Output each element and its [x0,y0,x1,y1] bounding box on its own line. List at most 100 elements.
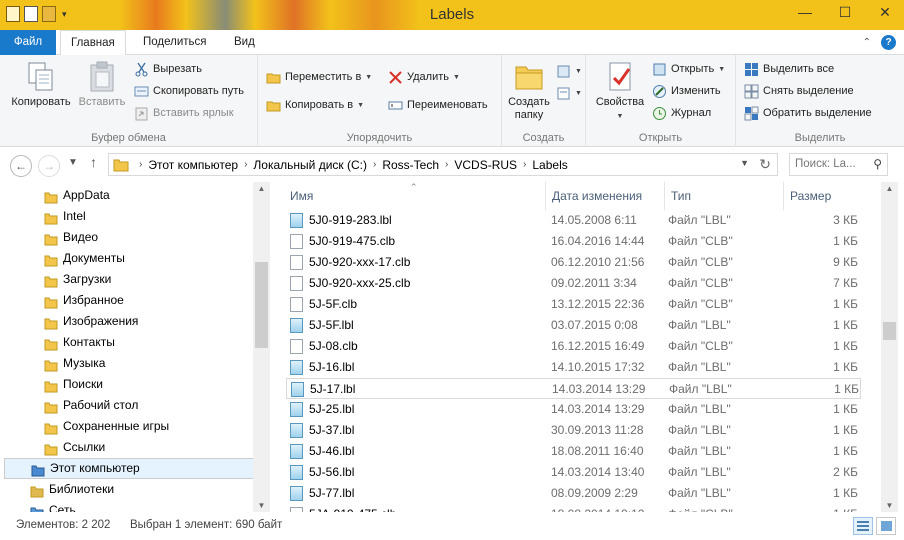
nav-item[interactable]: Этот компьютер [4,458,256,479]
file-row[interactable]: 5J-08.clb 16.12.2015 16:49 Файл "CLB" 1 КБ [286,336,861,357]
nav-item[interactable]: Изображения [0,311,252,332]
delete-button[interactable]: Удалить ▼ [388,67,460,87]
crumb-ross-tech[interactable]: Ross-Tech [382,158,439,172]
refresh-icon[interactable]: ↻ [759,156,771,173]
file-name-cell[interactable]: 5J-5F.lbl [290,315,540,336]
nav-item[interactable]: Документы [0,248,252,269]
address-box[interactable]: › Этот компьютер › Локальный диск (C:) ›… [108,153,778,176]
file-name-cell[interactable]: 5J-16.lbl [290,357,540,378]
file-row[interactable]: 5J0-920-xxx-25.clb 09.02.2011 3:34 Файл "C… [286,273,861,294]
file-row[interactable]: 5J-37.lbl 30.09.2013 11:28 Файл "LBL" 1 КБ [286,420,861,441]
file-scroll-up-icon[interactable]: ▲ [881,184,898,193]
nav-item[interactable]: Ссылки [0,437,252,458]
file-name-cell[interactable]: 5J0-920-xxx-25.clb [290,273,540,294]
collapse-ribbon-icon[interactable]: ⌃ [863,37,871,48]
move-to-button[interactable]: Переместить в ▼ [266,67,372,87]
maximize-button[interactable]: ☐ [832,4,858,21]
file-name-cell[interactable]: 5J-77.lbl [290,483,540,504]
file-row[interactable]: 5J-16.lbl 14.10.2015 17:32 Файл "LBL" 1 КБ [286,357,861,378]
search-icon[interactable]: ⚲ [873,157,882,171]
tab-file[interactable]: Файл [0,30,56,55]
help-icon[interactable]: ? [881,35,896,50]
file-name-cell[interactable]: 5JA-919-475.clb [290,504,540,512]
file-row[interactable]: 5J-17.lbl 14.03.2014 13:29 Файл "LBL" 1 КБ [286,378,861,399]
back-button[interactable]: ← [10,155,32,177]
file-name-cell[interactable]: 5J-08.clb [290,336,540,357]
crumb-separator[interactable]: › [244,159,247,170]
crumb-this-pc[interactable]: Этот компьютер [148,158,238,172]
file-row[interactable]: 5J-5F.clb 13.12.2015 22:36 Файл "CLB" 1 КБ [286,294,861,315]
nav-item[interactable]: Поиски [0,374,252,395]
file-row[interactable]: 5J-46.lbl 18.08.2011 16:40 Файл "LBL" 1 КБ [286,441,861,462]
close-button[interactable]: ✕ [872,4,898,21]
crumb-separator[interactable]: › [523,159,526,170]
nav-scroll-down-icon[interactable]: ▼ [253,501,269,510]
tab-view[interactable]: Вид [224,30,265,55]
copy-to-button[interactable]: Копировать в ▼ [266,95,364,115]
crumb-labels[interactable]: Labels [532,158,567,172]
column-header-date[interactable]: Дата изменения [546,182,665,210]
nav-item[interactable]: AppData [0,185,252,206]
nav-item[interactable]: Библиотеки [4,479,256,500]
crumb-separator[interactable]: › [139,159,142,170]
nav-item[interactable]: Intel [0,206,252,227]
open-button[interactable]: Открыть ▼ [652,59,725,79]
file-row[interactable]: 5JA-919-475.clb 18.08.2014 19:12Файл "CLB… [286,504,861,512]
file-row[interactable]: 5J0-920-xxx-17.clb 06.12.2010 21:56 Файл "… [286,252,861,273]
copy-button[interactable]: Копировать [6,59,76,109]
cut-button[interactable]: Вырезать [134,59,202,79]
details-view-button[interactable] [853,517,873,535]
large-icons-view-button[interactable] [876,517,896,535]
nav-item[interactable]: Загрузки [0,269,252,290]
edit-button[interactable]: Изменить [652,81,721,101]
nav-scroll-thumb[interactable] [255,262,268,348]
copy-path-button[interactable]: Скопировать путь [134,81,244,101]
crumb-separator[interactable]: › [445,159,448,170]
file-row[interactable]: 5J0-919-475.clb 16.04.2016 14:44 Файл "CLB… [286,231,861,252]
nav-scrollbar[interactable]: ▲ ▼ [253,182,269,512]
up-button[interactable]: ↑ [90,154,97,170]
file-row[interactable]: 5J-25.lbl 14.03.2014 13:29 Файл "LBL" 1 КБ [286,399,861,420]
file-name-cell[interactable]: 5J0-919-475.clb [290,231,540,252]
new-item-button[interactable]: ▼ [556,61,582,81]
history-button[interactable]: Журнал [652,103,711,123]
file-row[interactable]: 5J-56.lbl 14.03.2014 13:40 Файл "LBL" 2 КБ [286,462,861,483]
file-list-scrollbar[interactable]: ▲ ▼ [881,182,898,512]
minimize-button[interactable]: — [792,4,818,21]
search-input[interactable]: Поиск: La... ⚲ [789,153,888,176]
tab-share[interactable]: Поделиться [133,30,217,55]
nav-item[interactable]: Избранное [0,290,252,311]
file-name-cell[interactable]: 5J-56.lbl [290,462,540,483]
crumb-vcds-rus[interactable]: VCDS-RUS [454,158,517,172]
select-none-button[interactable]: Снять выделение [744,81,854,101]
easy-access-button[interactable]: ▼ [556,83,582,103]
paste-button[interactable]: Вставить [76,59,128,109]
file-name-cell[interactable]: 5J-17.lbl [291,379,541,400]
file-name-cell[interactable]: 5J-46.lbl [290,441,540,462]
invert-selection-button[interactable]: Обратить выделение [744,103,872,123]
file-row[interactable]: 5J0-919-283.lbl 14.05.2008 6:11 Файл "LBL"… [286,210,861,231]
crumb-local-disk[interactable]: Локальный диск (C:) [253,158,367,172]
file-name-cell[interactable]: 5J-5F.clb [290,294,540,315]
file-name-cell[interactable]: 5J0-920-xxx-17.clb [290,252,540,273]
tab-home[interactable]: Главная [60,30,126,56]
file-name-cell[interactable]: 5J0-919-283.lbl [290,210,540,231]
nav-item[interactable]: Музыка [0,353,252,374]
file-scroll-down-icon[interactable]: ▼ [881,501,898,510]
forward-button[interactable]: → [38,155,60,177]
recent-locations-dropdown-icon[interactable]: ▼ [68,157,78,168]
properties-button[interactable]: Свойства ▼ [592,59,648,123]
nav-item[interactable]: Видео [0,227,252,248]
column-header-name[interactable]: Имя [284,182,546,210]
rename-button[interactable]: Переименовать [388,95,488,115]
file-name-cell[interactable]: 5J-37.lbl [290,420,540,441]
file-name-cell[interactable]: 5J-25.lbl [290,399,540,420]
nav-item[interactable]: Рабочий стол [0,395,252,416]
new-folder-button[interactable]: Создать папку [504,59,554,122]
crumb-separator[interactable]: › [373,159,376,170]
column-header-type[interactable]: Тип [665,182,784,210]
file-row[interactable]: 5J-5F.lbl 03.07.2015 0:08 Файл "LBL" 1 КБ [286,315,861,336]
nav-item[interactable]: Сохраненные игры [0,416,252,437]
file-row[interactable]: 5J-77.lbl 08.09.2009 2:29 Файл "LBL" 1 КБ [286,483,861,504]
column-header-size[interactable]: Размер [784,182,864,210]
